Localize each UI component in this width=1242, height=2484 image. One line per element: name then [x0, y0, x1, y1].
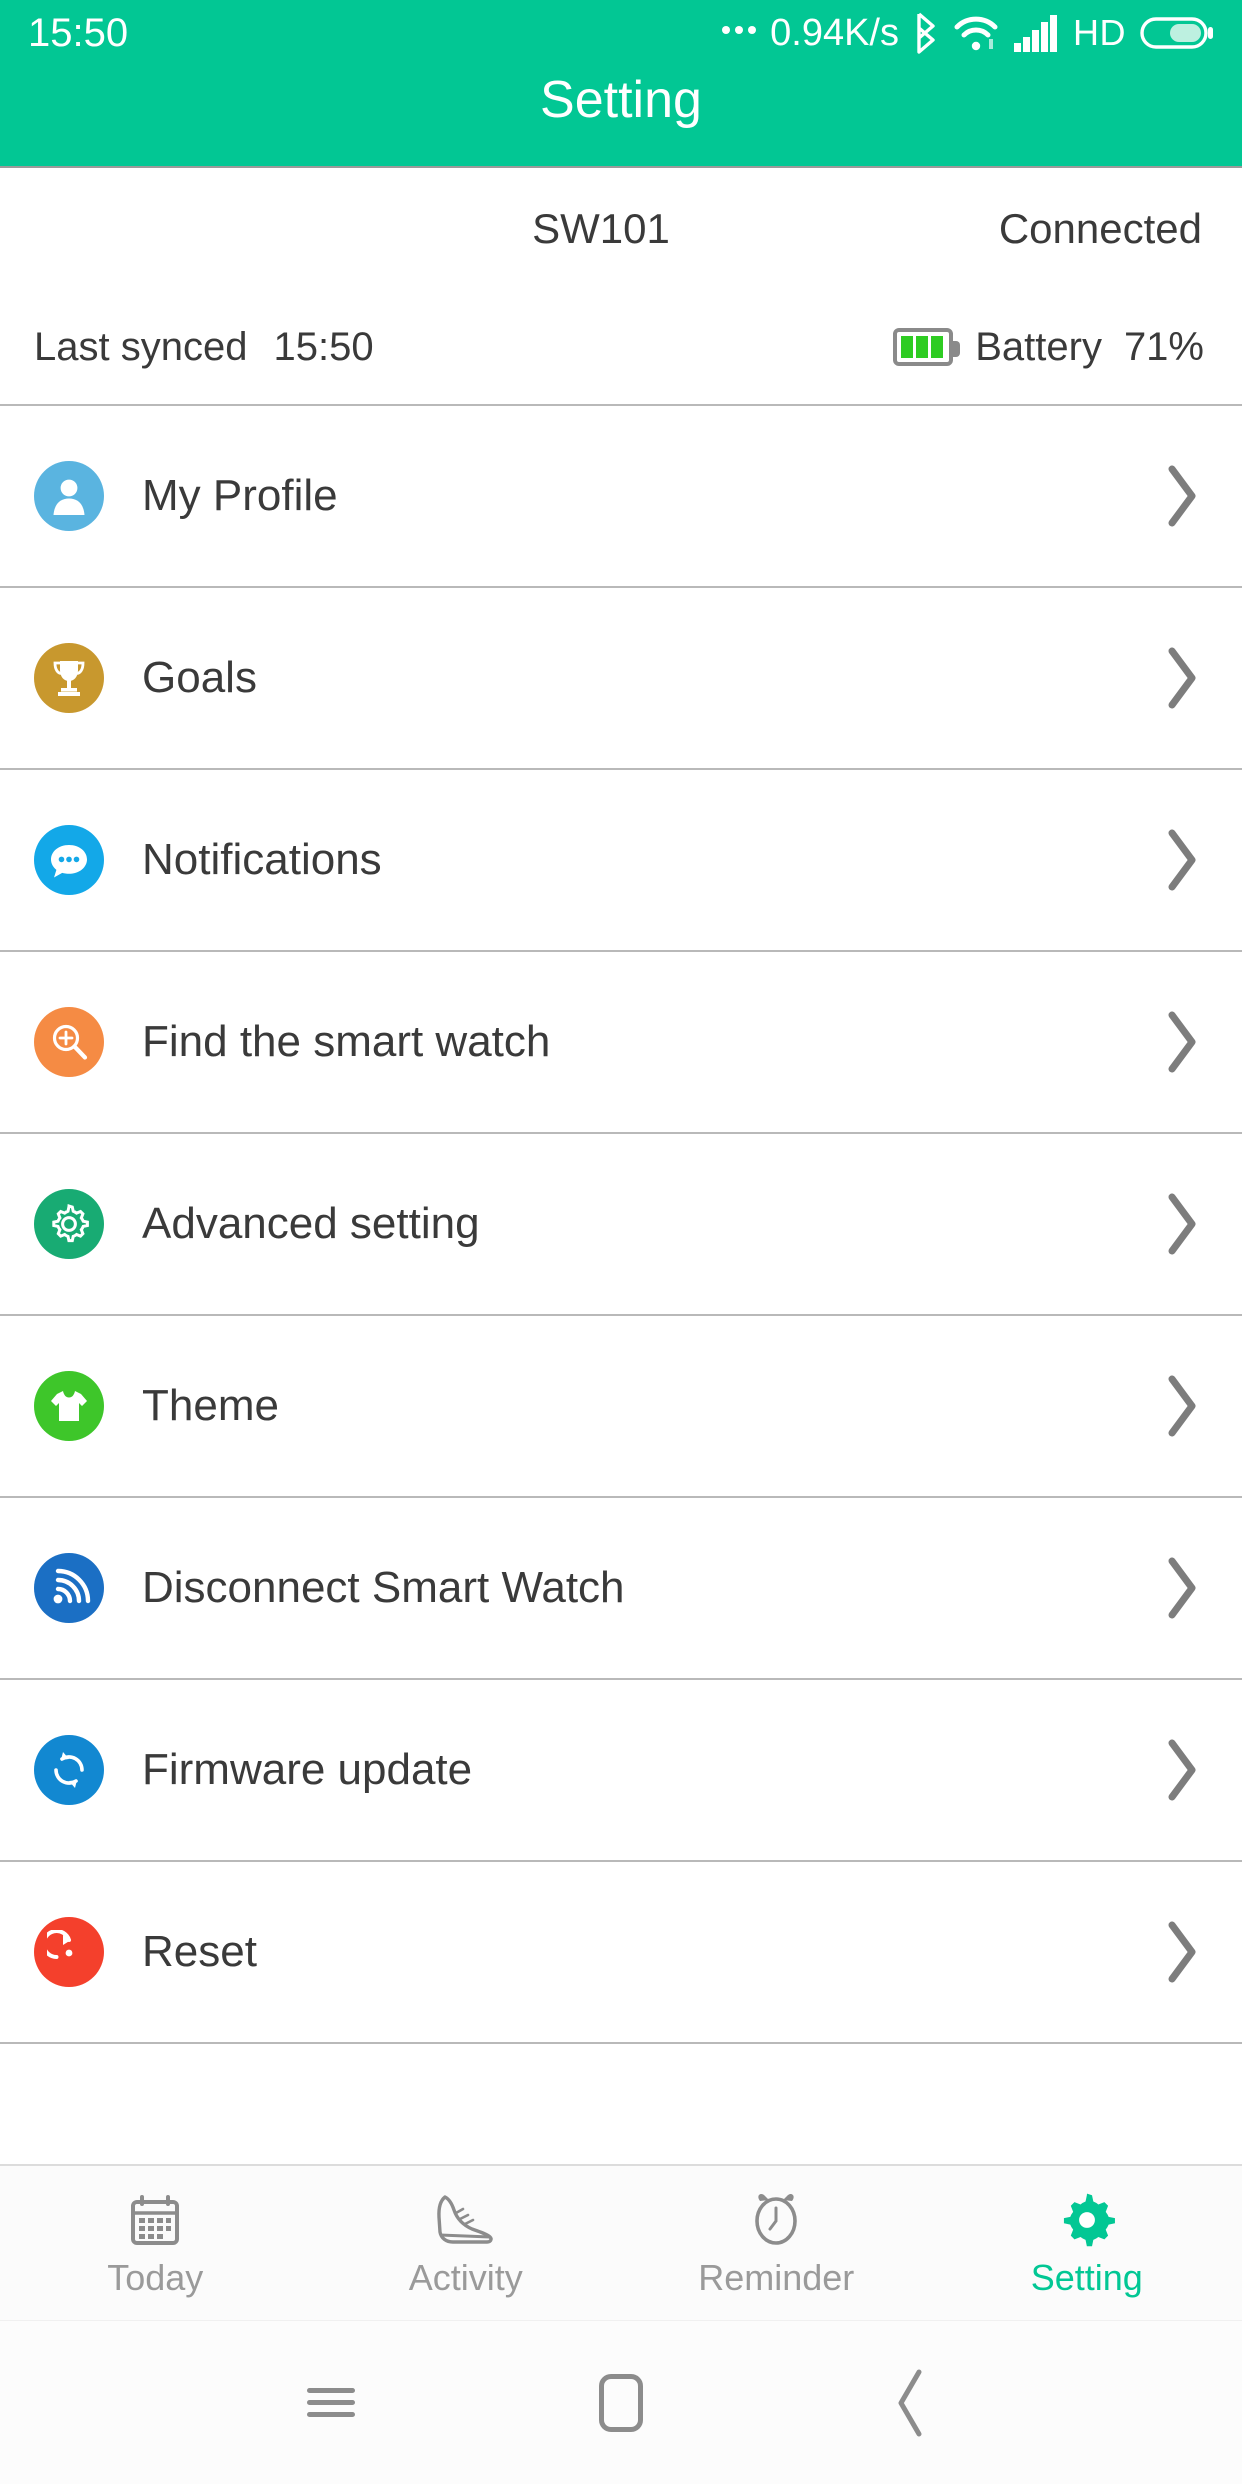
tab-setting[interactable]: Setting — [932, 2190, 1242, 2296]
signal-waves-icon — [34, 1553, 104, 1623]
calendar-icon — [127, 2190, 183, 2250]
chevron-right-icon — [1158, 827, 1204, 893]
tab-label: Activity — [408, 2257, 523, 2298]
settings-row-label: Firmware update — [142, 1745, 473, 1794]
back-chevron-icon[interactable] — [866, 2358, 956, 2448]
connection-status: Connected — [998, 205, 1202, 252]
last-synced-label: Last synced — [34, 324, 248, 369]
hd-label: HD — [1073, 12, 1126, 53]
bluetooth-icon — [913, 12, 939, 54]
status-bar: 15:50 0.94K/s HD — [0, 0, 1242, 66]
settings-row-firmware-update[interactable]: Firmware update — [0, 1680, 1242, 1860]
tab-activity[interactable]: Activity — [311, 2190, 622, 2296]
refresh-cycle-icon — [34, 1735, 104, 1805]
settings-row-notifications[interactable]: Notifications — [0, 770, 1242, 950]
tab-today[interactable]: Today — [0, 2190, 311, 2296]
tshirt-icon — [34, 1371, 104, 1441]
chevron-right-icon — [1158, 1373, 1204, 1439]
android-nav-bar — [0, 2320, 1242, 2484]
settings-row-label: Find the smart watch — [142, 1017, 551, 1066]
settings-row-reset[interactable]: Reset — [0, 1862, 1242, 2042]
settings-row-find-the-smart-watch[interactable]: Find the smart watch — [0, 952, 1242, 1132]
chevron-right-icon — [1158, 645, 1204, 711]
status-clock: 15:50 — [28, 11, 129, 55]
battery-icon — [1140, 13, 1216, 53]
chevron-right-icon — [1158, 1919, 1204, 1985]
device-battery-group: Battery 71% — [893, 325, 1204, 370]
chat-bubble-icon — [34, 825, 104, 895]
settings-row-goals[interactable]: Goals — [0, 588, 1242, 768]
settings-row-advanced-setting[interactable]: Advanced setting — [0, 1134, 1242, 1314]
page-title: Setting — [540, 71, 702, 129]
gear-icon — [1058, 2190, 1116, 2250]
bottom-tab-bar: Today Activity Reminder Setting — [0, 2164, 1242, 2320]
chevron-right-icon — [1158, 1555, 1204, 1621]
gear-icon — [34, 1189, 104, 1259]
settings-row-label: Theme — [142, 1381, 279, 1430]
person-icon — [34, 461, 104, 531]
home-square-icon[interactable] — [576, 2358, 666, 2448]
settings-row-disconnect-smart-watch[interactable]: Disconnect Smart Watch — [0, 1498, 1242, 1678]
settings-row-my-profile[interactable]: My Profile — [0, 406, 1242, 586]
overflow-dots-icon — [722, 26, 757, 40]
tab-label: Reminder — [698, 2257, 855, 2298]
tab-reminder[interactable]: Reminder — [621, 2190, 932, 2296]
search-plus-icon — [34, 1007, 104, 1077]
row-divider — [0, 2042, 1242, 2044]
device-status-row: SW101 Connected — [0, 168, 1242, 290]
menu-icon[interactable] — [286, 2358, 376, 2448]
settings-row-label: Disconnect Smart Watch — [142, 1563, 625, 1612]
wifi-icon — [953, 13, 999, 53]
trophy-icon — [34, 643, 104, 713]
settings-list: My Profile Goals Notifications Find the sma… — [0, 406, 1242, 2044]
tab-label: Setting — [1030, 2257, 1143, 2298]
settings-row-theme[interactable]: Theme — [0, 1316, 1242, 1496]
battery-label: Battery — [975, 324, 1102, 369]
alarm-clock-icon — [747, 2190, 805, 2250]
sneaker-icon — [435, 2190, 497, 2250]
device-info-panel: SW101 Connected Last synced 15:50 Batter… — [0, 168, 1242, 404]
chevron-right-icon — [1158, 1009, 1204, 1075]
battery-level-icon — [893, 328, 961, 366]
app-header: Setting — [0, 66, 1242, 166]
tab-label: Today — [107, 2257, 204, 2298]
settings-row-label: Notifications — [142, 835, 382, 884]
chevron-right-icon — [1158, 1191, 1204, 1257]
signal-bars-icon — [1013, 13, 1059, 53]
settings-row-label: Advanced setting — [142, 1199, 480, 1248]
network-rate-label: 0.94K/s — [770, 12, 899, 54]
last-synced-group: Last synced 15:50 — [34, 325, 374, 370]
battery-percent: 71% — [1123, 324, 1204, 369]
device-sync-row: Last synced 15:50 Battery 71% — [0, 290, 1242, 404]
chevron-right-icon — [1158, 1737, 1204, 1803]
settings-row-label: My Profile — [142, 471, 338, 520]
settings-row-label: Reset — [142, 1927, 257, 1976]
settings-row-label: Goals — [142, 653, 257, 702]
last-synced-time: 15:50 — [273, 324, 374, 369]
chevron-right-icon — [1158, 463, 1204, 529]
reset-arrow-icon — [34, 1917, 104, 1987]
phone-screen: 15:50 0.94K/s HD Setting SW101 Connected… — [0, 0, 1242, 2484]
